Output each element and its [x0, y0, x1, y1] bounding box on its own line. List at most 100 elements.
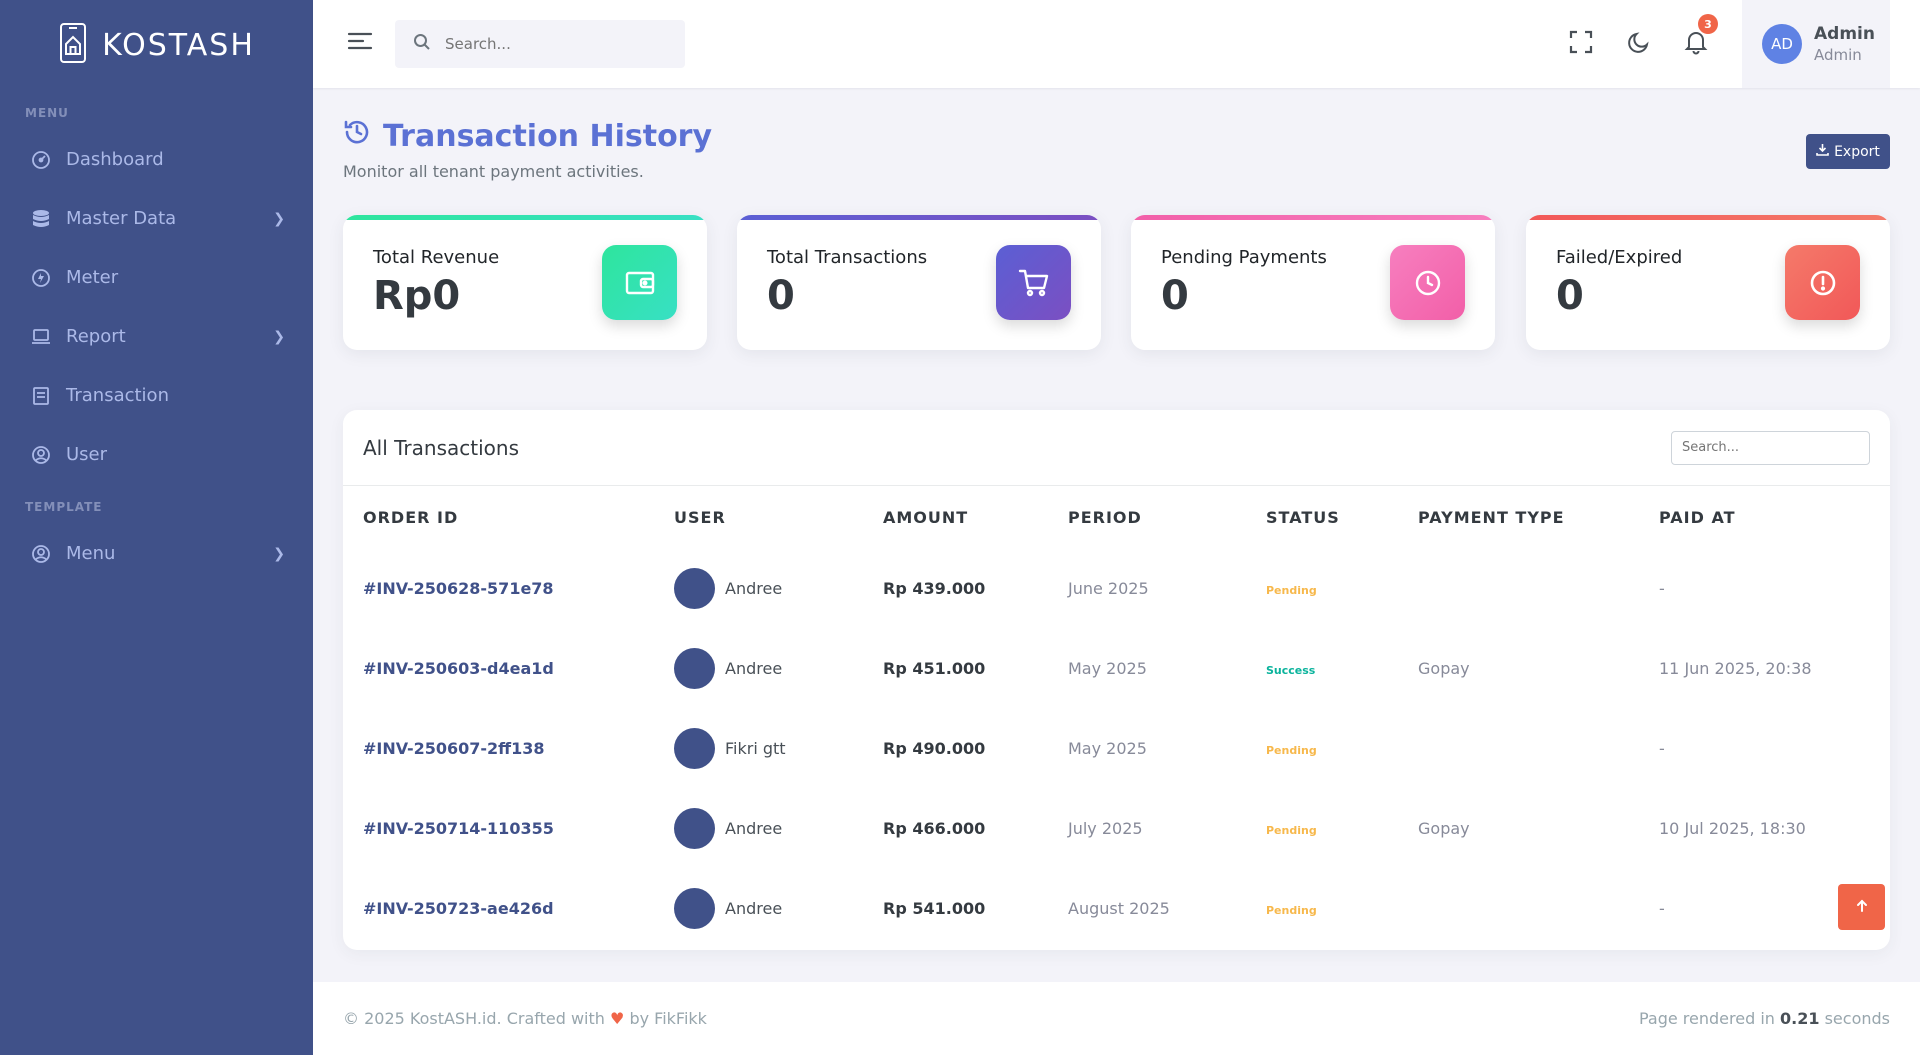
- paid-at: 10 Jul 2025, 18:30: [1659, 818, 1806, 838]
- period: May 2025: [1068, 738, 1147, 758]
- amount: Rp 490.000: [883, 738, 986, 758]
- avatar: [674, 807, 715, 849]
- sidebar-item-dashboard[interactable]: Dashboard: [0, 130, 313, 189]
- order-id-link[interactable]: #INV-250628-571e78: [363, 579, 554, 598]
- render-time-suffix: seconds: [1824, 1009, 1890, 1028]
- search-icon: [413, 33, 431, 55]
- sidebar-item-label: Dashboard: [66, 149, 164, 170]
- footer: © 2025 KostASH.id. Crafted with ♥ by Fik…: [313, 982, 1920, 1055]
- avatar: [674, 727, 715, 769]
- notification-badge: 3: [1698, 14, 1718, 34]
- transactions-title: All Transactions: [363, 435, 519, 460]
- sidebar-item-meter[interactable]: Meter: [0, 248, 313, 307]
- notification-bell-icon[interactable]: 3: [1680, 14, 1718, 58]
- stat-label: Total Transactions: [767, 247, 928, 268]
- column-header-user[interactable]: USER: [654, 486, 863, 548]
- dark-mode-moon-icon[interactable]: [1623, 26, 1655, 58]
- status-badge: Pending: [1266, 583, 1317, 597]
- column-header-order-id[interactable]: ORDER ID: [343, 486, 654, 548]
- table-row: #INV-250603-d4ea1d Andree Rp 451.000 May…: [343, 628, 1890, 708]
- user-circle-icon: [30, 543, 52, 565]
- download-icon: [1816, 143, 1829, 160]
- footer-render-time: Page rendered in 0.21 seconds: [1639, 1009, 1890, 1028]
- table-row: #INV-250628-571e78 Andree Rp 439.000 Jun…: [343, 548, 1890, 628]
- sidebar-item-label: Report: [66, 326, 126, 347]
- cart-icon: [996, 245, 1071, 320]
- history-icon: [343, 118, 371, 154]
- footer-copyright: © 2025 KostASH.id. Crafted with ♥ by Fik…: [343, 1009, 707, 1028]
- paid-at: -: [1659, 738, 1665, 758]
- status-badge: Pending: [1266, 903, 1317, 917]
- card-accent: [1131, 215, 1495, 220]
- page-subtitle: Monitor all tenant payment activities.: [343, 162, 644, 181]
- sidebar-item-label: User: [66, 444, 108, 465]
- table-row: #INV-250714-110355 Andree Rp 466.000 Jul…: [343, 788, 1890, 868]
- dashboard-icon: [30, 149, 52, 171]
- column-header-paid-at[interactable]: PAID AT: [1639, 486, 1890, 548]
- building-phone-icon: [58, 22, 88, 68]
- receipt-icon: [30, 385, 52, 407]
- export-button[interactable]: Export: [1806, 134, 1890, 169]
- render-time-prefix: Page rendered in: [1638, 1009, 1775, 1028]
- status-badge: Pending: [1266, 823, 1317, 837]
- meter-icon: [30, 267, 52, 289]
- transactions-body: #INV-250628-571e78 Andree Rp 439.000 Jun…: [343, 548, 1890, 948]
- period: July 2025: [1068, 818, 1143, 838]
- stat-value: 0: [767, 273, 795, 319]
- amount: Rp 451.000: [883, 658, 986, 678]
- paid-at: 11 Jun 2025, 20:38: [1659, 658, 1812, 678]
- column-header-status[interactable]: STATUS: [1246, 486, 1398, 548]
- column-header-period[interactable]: PERIOD: [1048, 486, 1246, 548]
- export-label: Export: [1834, 143, 1880, 160]
- heart-icon: ♥: [610, 1009, 625, 1028]
- column-header-amount[interactable]: AMOUNT: [863, 486, 1048, 548]
- wallet-icon: [602, 245, 677, 320]
- sidebar-item-menu[interactable]: Menu ❯: [0, 524, 313, 583]
- card-accent: [1526, 215, 1890, 220]
- avatar: AD: [1762, 24, 1802, 64]
- footer-copyright-prefix: © 2025 KostASH.id. Crafted with: [343, 1009, 605, 1028]
- avatar: [674, 647, 715, 689]
- alert-icon: [1785, 245, 1860, 320]
- sidebar-item-transaction[interactable]: Transaction: [0, 366, 313, 425]
- sidebar-item-user[interactable]: User: [0, 425, 313, 484]
- stat-value: 0: [1556, 273, 1584, 319]
- page-title: Transaction History: [343, 118, 712, 154]
- table-search-input[interactable]: [1671, 430, 1870, 465]
- column-header-payment-type[interactable]: PAYMENT TYPE: [1398, 486, 1639, 548]
- back-to-top-button[interactable]: [1838, 884, 1885, 930]
- card-accent: [343, 215, 707, 220]
- hamburger-menu-icon[interactable]: [347, 30, 375, 58]
- order-id-link[interactable]: #INV-250607-2ff138: [363, 739, 545, 758]
- brand-name: KOSTASH: [102, 27, 255, 63]
- brand-logo[interactable]: KOSTASH: [0, 0, 313, 90]
- topbar-search-input[interactable]: [445, 35, 665, 53]
- avatar: [674, 567, 715, 609]
- chevron-right-icon: ❯: [273, 210, 285, 227]
- amount: Rp 439.000: [883, 578, 986, 598]
- user-role: Admin: [1814, 46, 1862, 64]
- order-id-link[interactable]: #INV-250714-110355: [363, 819, 554, 838]
- user-name: Fikri gtt: [725, 738, 786, 758]
- sidebar-item-label: Master Data: [66, 208, 177, 229]
- table-row: #INV-250723-ae426d Andree Rp 541.000 Aug…: [343, 868, 1890, 948]
- sidebar-item-master-data[interactable]: Master Data ❯: [0, 189, 313, 248]
- sidebar-item-label: Meter: [66, 267, 119, 288]
- card-accent: [737, 215, 1101, 220]
- chevron-right-icon: ❯: [273, 328, 285, 345]
- sidebar-item-report[interactable]: Report ❯: [0, 307, 313, 366]
- status-badge: Success: [1266, 663, 1316, 677]
- sidebar-item-label: Transaction: [66, 385, 169, 406]
- render-time-value: 0.21: [1780, 1009, 1820, 1028]
- fullscreen-icon[interactable]: [1565, 26, 1597, 58]
- stat-card-total-revenue: Total Revenue Rp0: [343, 215, 707, 350]
- sidebar: KOSTASH MENU Dashboard Master Data ❯ Met…: [0, 0, 313, 1055]
- order-id-link[interactable]: #INV-250723-ae426d: [363, 899, 554, 918]
- sidebar-item-label: Menu: [66, 543, 116, 564]
- laptop-icon: [30, 326, 52, 348]
- stat-value: Rp0: [373, 273, 461, 319]
- order-id-link[interactable]: #INV-250603-d4ea1d: [363, 659, 554, 678]
- user-dropdown[interactable]: AD Admin Admin: [1742, 0, 1890, 88]
- topbar-search[interactable]: [395, 20, 685, 68]
- page-header: Transaction History Monitor all tenant p…: [343, 118, 712, 182]
